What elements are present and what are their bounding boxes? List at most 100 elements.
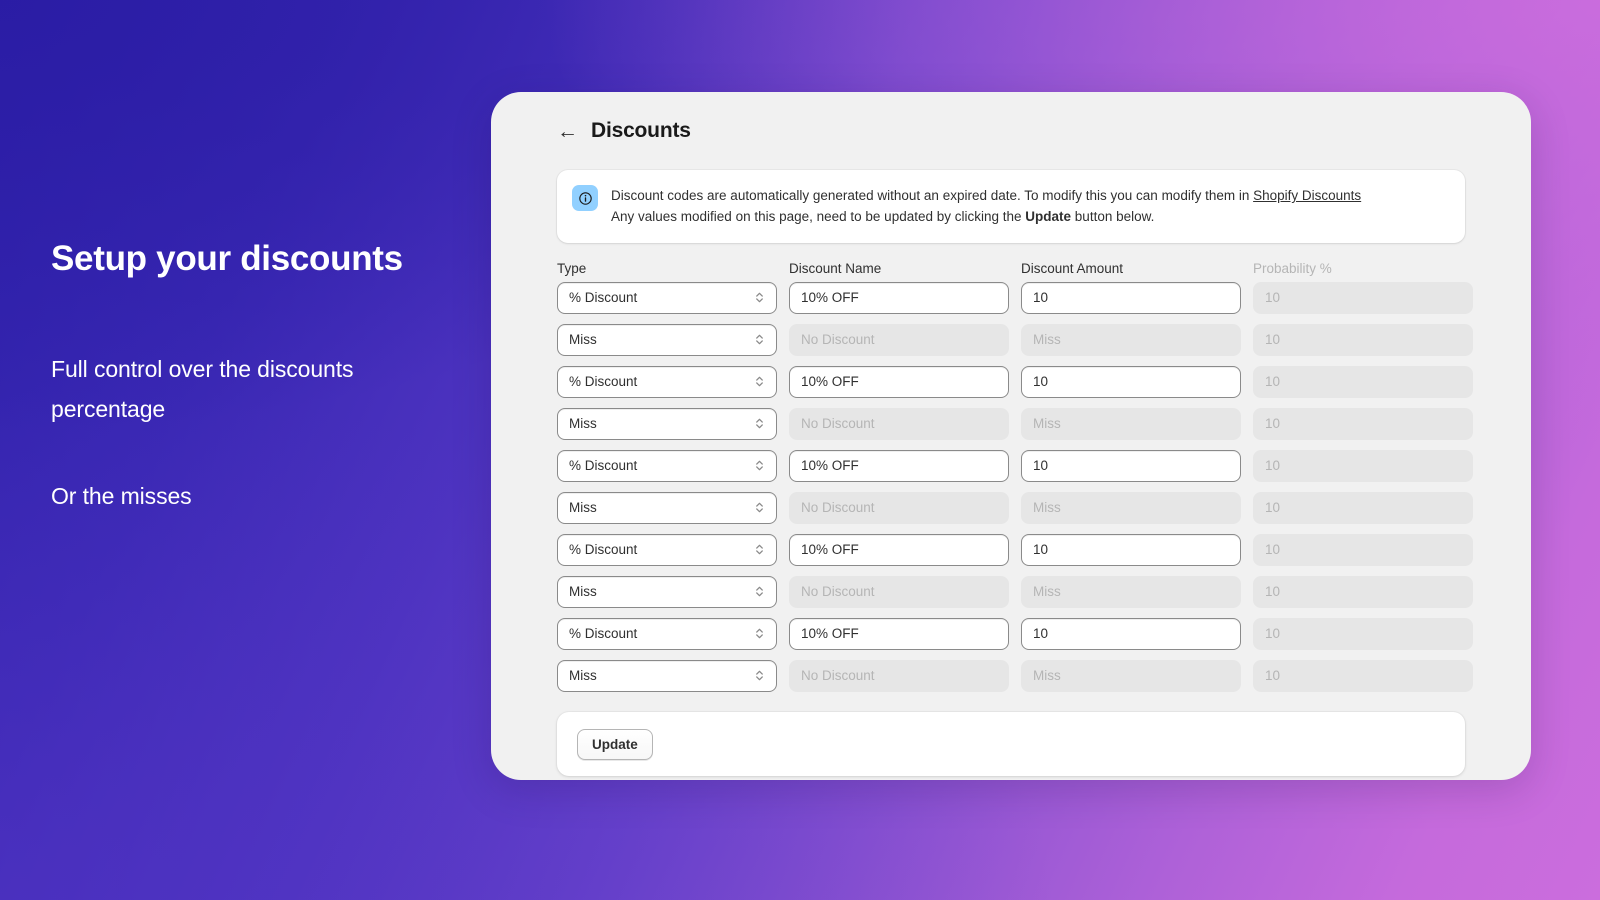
table-row: % Discount 10% OFF 10 10 [557, 365, 1531, 398]
table-row: Miss No Discount Miss 10 [557, 491, 1531, 524]
discount-amount-value: Miss [1033, 500, 1061, 516]
column-header-type: Type [557, 260, 587, 276]
discount-amount-value: 10 [1033, 626, 1049, 642]
chevron-updown-icon [754, 542, 765, 557]
discount-name-value: 10% OFF [801, 542, 859, 558]
type-select-5[interactable]: Miss [557, 491, 777, 524]
chevron-updown-icon [754, 290, 765, 305]
discount-amount-value: 10 [1033, 458, 1049, 474]
table-row: Miss No Discount Miss 10 [557, 323, 1531, 356]
discount-name-input-0[interactable]: 10% OFF [789, 281, 1009, 314]
type-select-3[interactable]: Miss [557, 407, 777, 440]
type-select-value: Miss [569, 416, 597, 432]
table-header-row: Type Discount Name Discount Amount Proba… [557, 261, 1531, 282]
discount-amount-input-4[interactable]: 10 [1021, 449, 1241, 482]
probability-input-3: 10 [1253, 407, 1473, 440]
table-row: Miss No Discount Miss 10 [557, 407, 1531, 440]
discount-name-input-5: No Discount [789, 491, 1009, 524]
probability-value: 10 [1265, 374, 1281, 390]
chevron-updown-icon [754, 584, 765, 599]
discount-amount-input-6[interactable]: 10 [1021, 533, 1241, 566]
discount-name-input-9: No Discount [789, 659, 1009, 692]
type-select-0[interactable]: % Discount [557, 281, 777, 314]
type-select-value: % Discount [569, 626, 638, 642]
probability-input-9: 10 [1253, 659, 1473, 692]
discount-amount-input-0[interactable]: 10 [1021, 281, 1241, 314]
update-button[interactable]: Update [577, 728, 653, 760]
probability-value: 10 [1265, 332, 1281, 348]
discount-name-value: 10% OFF [801, 290, 859, 306]
info-banner-text: Discount codes are automatically generat… [611, 185, 1361, 228]
type-select-6[interactable]: % Discount [557, 533, 777, 566]
probability-value: 10 [1265, 584, 1281, 600]
discount-amount-input-8[interactable]: 10 [1021, 617, 1241, 650]
column-header-discount-name: Discount Name [789, 260, 882, 276]
discount-name-input-3: No Discount [789, 407, 1009, 440]
back-arrow-icon[interactable]: ← [557, 121, 578, 142]
footer-action-bar: Update [557, 712, 1465, 776]
discount-amount-value: 10 [1033, 542, 1049, 558]
table-row: % Discount 10% OFF 10 10 [557, 449, 1531, 482]
table-row: Miss No Discount Miss 10 [557, 659, 1531, 692]
chevron-updown-icon [754, 416, 765, 431]
banner-line2-prefix: Any values modified on this page, need t… [611, 208, 1026, 224]
type-select-value: % Discount [569, 374, 638, 390]
discount-amount-value: Miss [1033, 668, 1061, 684]
probability-input-1: 10 [1253, 323, 1473, 356]
probability-input-4: 10 [1253, 449, 1473, 482]
chevron-updown-icon [754, 500, 765, 515]
type-select-2[interactable]: % Discount [557, 365, 777, 398]
app-card: ← Discounts Discount codes are automatic… [491, 92, 1531, 780]
discount-name-input-2[interactable]: 10% OFF [789, 365, 1009, 398]
discount-name-input-6[interactable]: 10% OFF [789, 533, 1009, 566]
discount-amount-input-1: Miss [1021, 323, 1241, 356]
probability-input-6: 10 [1253, 533, 1473, 566]
type-select-value: Miss [569, 500, 597, 516]
discount-amount-value: 10 [1033, 374, 1049, 390]
type-select-4[interactable]: % Discount [557, 449, 777, 482]
type-select-7[interactable]: Miss [557, 575, 777, 608]
discounts-table: Type Discount Name Discount Amount Proba… [491, 261, 1531, 692]
probability-value: 10 [1265, 500, 1281, 516]
probability-value: 10 [1265, 542, 1281, 558]
promo-title: Setup your discounts [51, 239, 403, 278]
discount-name-value: 10% OFF [801, 458, 859, 474]
discount-name-value: No Discount [801, 668, 875, 684]
table-row: Miss No Discount Miss 10 [557, 575, 1531, 608]
type-select-value: % Discount [569, 458, 638, 474]
discount-amount-input-3: Miss [1021, 407, 1241, 440]
type-select-value: Miss [569, 668, 597, 684]
probability-value: 10 [1265, 626, 1281, 642]
info-banner: Discount codes are automatically generat… [557, 170, 1465, 243]
discount-name-input-8[interactable]: 10% OFF [789, 617, 1009, 650]
probability-value: 10 [1265, 416, 1281, 432]
column-header-discount-amount: Discount Amount [1021, 260, 1124, 276]
discount-amount-value: Miss [1033, 332, 1061, 348]
table-row: % Discount 10% OFF 10 10 [557, 281, 1531, 314]
type-select-8[interactable]: % Discount [557, 617, 777, 650]
discount-amount-value: Miss [1033, 584, 1061, 600]
info-icon [572, 185, 598, 211]
discount-name-value: No Discount [801, 584, 875, 600]
promo-panel: Setup your discounts Full control over t… [51, 238, 471, 517]
discount-amount-value: Miss [1033, 416, 1061, 432]
shopify-discounts-link[interactable]: Shopify Discounts [1253, 188, 1361, 203]
probability-input-0: 10 [1253, 281, 1473, 314]
type-select-9[interactable]: Miss [557, 659, 777, 692]
discount-name-value: No Discount [801, 500, 875, 516]
probability-input-7: 10 [1253, 575, 1473, 608]
chevron-updown-icon [754, 458, 765, 473]
discount-name-input-4[interactable]: 10% OFF [789, 449, 1009, 482]
card-header: ← Discounts [491, 92, 1531, 143]
discount-name-input-7: No Discount [789, 575, 1009, 608]
chevron-updown-icon [754, 374, 765, 389]
discount-amount-input-2[interactable]: 10 [1021, 365, 1241, 398]
type-select-1[interactable]: Miss [557, 323, 777, 356]
banner-line2-suffix: button below. [1071, 208, 1155, 224]
probability-input-8: 10 [1253, 617, 1473, 650]
discount-amount-value: 10 [1033, 290, 1049, 306]
probability-value: 10 [1265, 668, 1281, 684]
banner-line1-text: Discount codes are automatically generat… [611, 188, 1254, 203]
discount-amount-input-7: Miss [1021, 575, 1241, 608]
table-row: % Discount 10% OFF 10 10 [557, 533, 1531, 566]
